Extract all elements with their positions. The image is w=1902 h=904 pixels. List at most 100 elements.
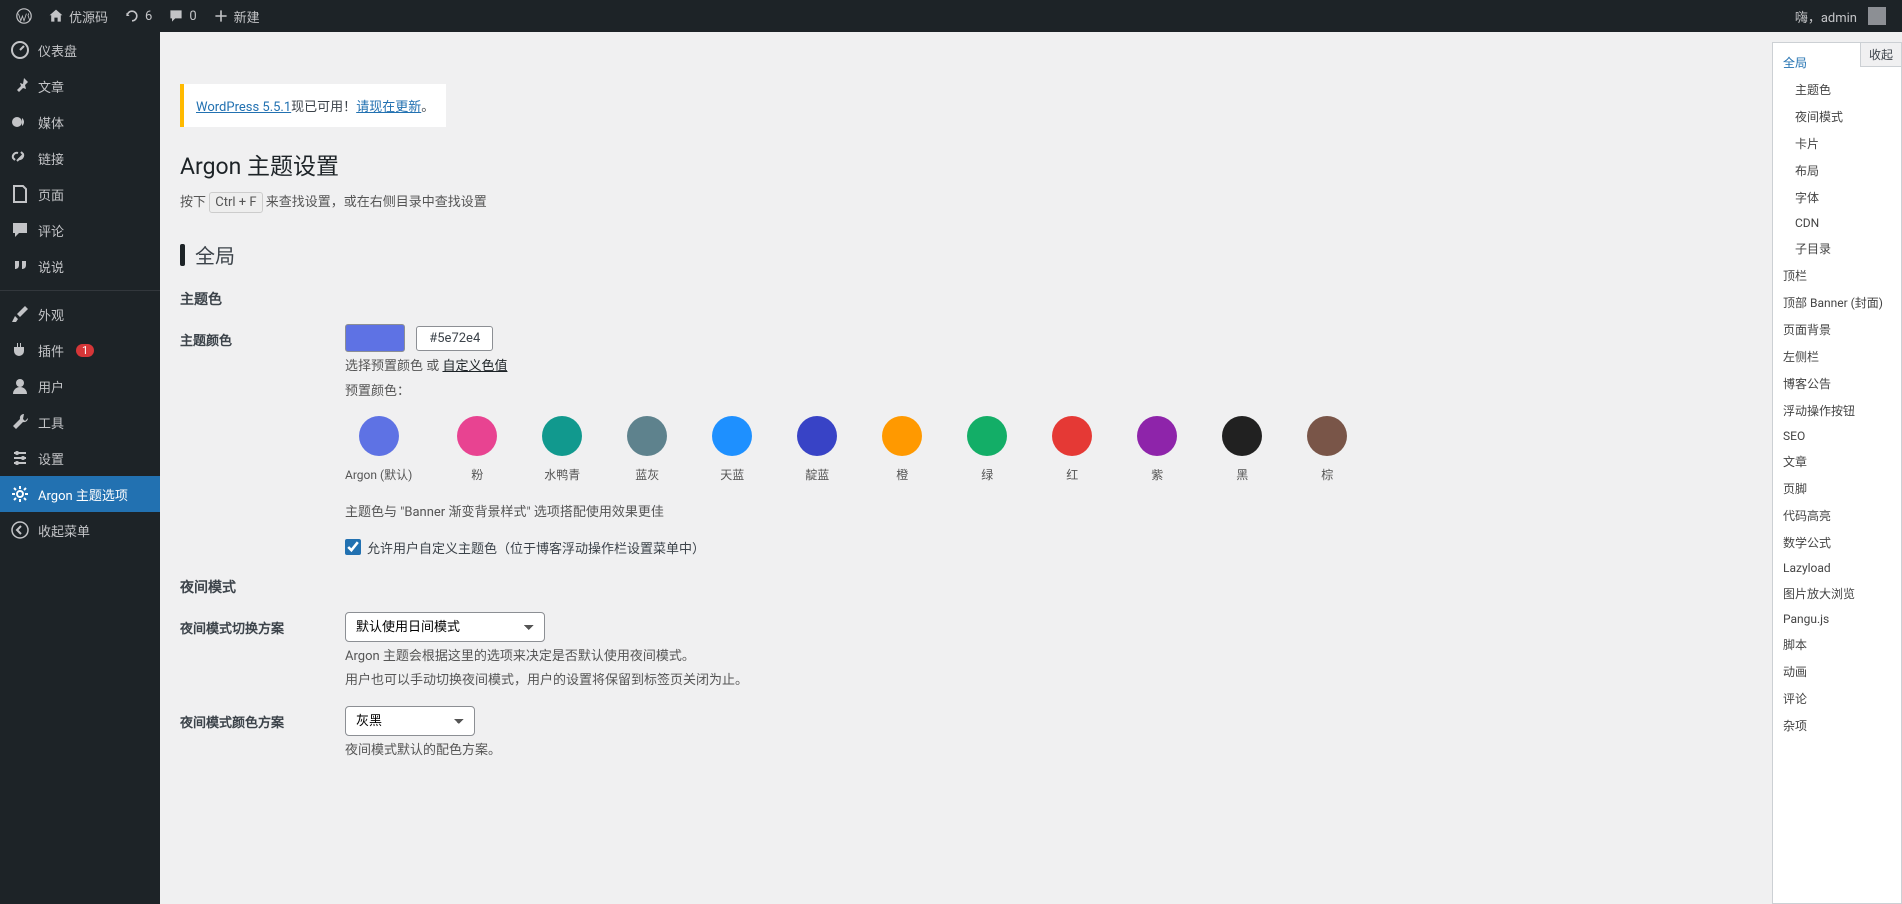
night-color-select[interactable]: 灰黑 <box>345 706 475 736</box>
swatch-label: 绿 <box>981 466 993 483</box>
new-content[interactable]: 新建 <box>205 0 268 32</box>
color-swatch[interactable]: 绿 <box>967 416 1007 483</box>
swatch-circle <box>967 416 1007 456</box>
setting-night-switch: 夜间模式切换方案 默认使用日间模式 Argon 主题会根据这里的选项来决定是否默… <box>180 612 1702 691</box>
updates-link[interactable]: 6 <box>116 0 160 32</box>
wp-version-link[interactable]: WordPress 5.5.1 <box>196 100 291 115</box>
color-swatch[interactable]: 棕 <box>1307 416 1347 483</box>
toc-item[interactable]: 子目录 <box>1773 235 1901 262</box>
sidebar-item-comment[interactable]: 评论 <box>0 212 160 248</box>
swatch-circle <box>457 416 497 456</box>
toc-item[interactable]: 卡片 <box>1773 130 1901 157</box>
theme-color-label: 主题颜色 <box>180 324 345 349</box>
dashboard-icon <box>10 40 30 60</box>
toc-item[interactable]: 字体 <box>1773 184 1901 211</box>
toc-item[interactable]: 文章 <box>1773 448 1901 475</box>
color-preview[interactable] <box>345 324 405 352</box>
setting-theme-color: 主题颜色 #5e72e4 选择预置颜色 或 自定义色值 预置颜色： Argon … <box>180 324 1702 557</box>
color-swatch[interactable]: 红 <box>1052 416 1092 483</box>
toc-item[interactable]: 布局 <box>1773 157 1901 184</box>
toc-item[interactable]: 脚本 <box>1773 631 1901 658</box>
toc-item[interactable]: 夜间模式 <box>1773 103 1901 130</box>
toc-item[interactable]: 主题色 <box>1773 76 1901 103</box>
color-swatch[interactable]: 天蓝 <box>712 416 752 483</box>
sidebar-item-quote[interactable]: 说说 <box>0 248 160 284</box>
color-swatch[interactable]: Argon (默认) <box>345 416 412 483</box>
main-content: WordPress 5.5.1现已可用！请现在更新。 Argon 主题设置 按下… <box>160 64 1902 795</box>
color-swatch[interactable]: 水鸭青 <box>542 416 582 483</box>
site-link[interactable]: 优源码 <box>40 0 116 32</box>
swatch-circle <box>542 416 582 456</box>
color-swatch[interactable]: 紫 <box>1137 416 1177 483</box>
toc-item[interactable]: 图片放大浏览 <box>1773 580 1901 607</box>
comment-icon <box>168 8 184 24</box>
swatch-label: 红 <box>1066 466 1078 483</box>
sidebar-item-link[interactable]: 链接 <box>0 140 160 176</box>
color-swatch[interactable]: 粉 <box>457 416 497 483</box>
admin-sidebar: 仪表盘文章媒体链接页面评论说说外观插件1用户工具设置Argon 主题选项收起菜单 <box>0 32 160 904</box>
sidebar-item-settings[interactable]: 设置 <box>0 440 160 476</box>
color-swatch[interactable]: 橙 <box>882 416 922 483</box>
sidebar-item-brush[interactable]: 外观 <box>0 296 160 332</box>
toc-item[interactable]: 页面背景 <box>1773 316 1901 343</box>
rightnav-collapse[interactable]: 收起 <box>1860 42 1902 67</box>
toc-item[interactable]: CDN <box>1773 211 1901 235</box>
sidebar-item-page[interactable]: 页面 <box>0 176 160 212</box>
sidebar-label: 媒体 <box>38 113 64 132</box>
swatch-label: 橙 <box>896 466 908 483</box>
toc-item[interactable]: Lazyload <box>1773 556 1901 580</box>
sidebar-item-plugin[interactable]: 插件1 <box>0 332 160 368</box>
toc-item[interactable]: Pangu.js <box>1773 607 1901 631</box>
sidebar-label: 页面 <box>38 185 64 204</box>
night-switch-select[interactable]: 默认使用日间模式 <box>345 612 545 642</box>
custom-color-link[interactable]: 自定义色值 <box>442 359 507 374</box>
toc-item[interactable]: 顶部 Banner (封面) <box>1773 289 1901 316</box>
toc-item[interactable]: 顶栏 <box>1773 262 1901 289</box>
user-menu[interactable]: 嗨，admin <box>1787 0 1894 32</box>
wp-logo[interactable] <box>8 0 40 32</box>
night-switch-desc1: Argon 主题会根据这里的选项来决定是否默认使用夜间模式。 <box>345 647 1702 667</box>
sidebar-item-gear[interactable]: Argon 主题选项 <box>0 476 160 512</box>
sidebar-label: 外观 <box>38 305 64 324</box>
sidebar-item-user[interactable]: 用户 <box>0 368 160 404</box>
sidebar-item-collapse[interactable]: 收起菜单 <box>0 512 160 548</box>
page-title: Argon 主题设置 <box>180 147 1702 181</box>
toc-item[interactable]: 代码高亮 <box>1773 502 1901 529</box>
comments-link[interactable]: 0 <box>160 0 204 32</box>
toc-item[interactable]: 浮动操作按钮 <box>1773 397 1901 424</box>
toc-item[interactable]: 杂项 <box>1773 712 1901 739</box>
section-global: 全局 <box>180 240 1702 269</box>
sidebar-label: 说说 <box>38 257 64 276</box>
toc-item[interactable]: 页脚 <box>1773 475 1901 502</box>
toc-item[interactable]: 博客公告 <box>1773 370 1901 397</box>
night-switch-desc2: 用户也可以手动切换夜间模式，用户的设置将保留到标签页关闭为止。 <box>345 671 1702 691</box>
swatch-circle <box>882 416 922 456</box>
sidebar-label: 评论 <box>38 221 64 240</box>
color-swatch[interactable]: 黑 <box>1222 416 1262 483</box>
swatch-label: 粉 <box>471 466 483 483</box>
swatch-circle <box>797 416 837 456</box>
toc-item[interactable]: SEO <box>1773 424 1901 448</box>
toc-item[interactable]: 动画 <box>1773 658 1901 685</box>
sidebar-item-dashboard[interactable]: 仪表盘 <box>0 32 160 68</box>
night-switch-label: 夜间模式切换方案 <box>180 612 345 637</box>
sidebar-item-media[interactable]: 媒体 <box>0 104 160 140</box>
toc-item[interactable]: 数学公式 <box>1773 529 1901 556</box>
toc-item[interactable]: 左侧栏 <box>1773 343 1901 370</box>
color-swatch[interactable]: 蓝灰 <box>627 416 667 483</box>
toc-item[interactable]: 评论 <box>1773 685 1901 712</box>
sidebar-item-pin[interactable]: 文章 <box>0 68 160 104</box>
swatch-label: 天蓝 <box>720 466 744 483</box>
comment-icon <box>10 220 30 240</box>
toolbar-left: 优源码 6 0 新建 <box>8 0 268 32</box>
allow-custom-checkbox[interactable] <box>345 539 361 555</box>
admin-toolbar: 优源码 6 0 新建 嗨，admin <box>0 0 1902 32</box>
user-icon <box>10 376 30 396</box>
update-now-link[interactable]: 请现在更新 <box>356 100 421 115</box>
color-swatch[interactable]: 靛蓝 <box>797 416 837 483</box>
sidebar-item-wrench[interactable]: 工具 <box>0 404 160 440</box>
color-value: #5e72e4 <box>416 326 493 351</box>
night-color-desc: 夜间模式默认的配色方案。 <box>345 741 1702 761</box>
swatch-circle <box>1052 416 1092 456</box>
plugin-icon <box>10 340 30 360</box>
